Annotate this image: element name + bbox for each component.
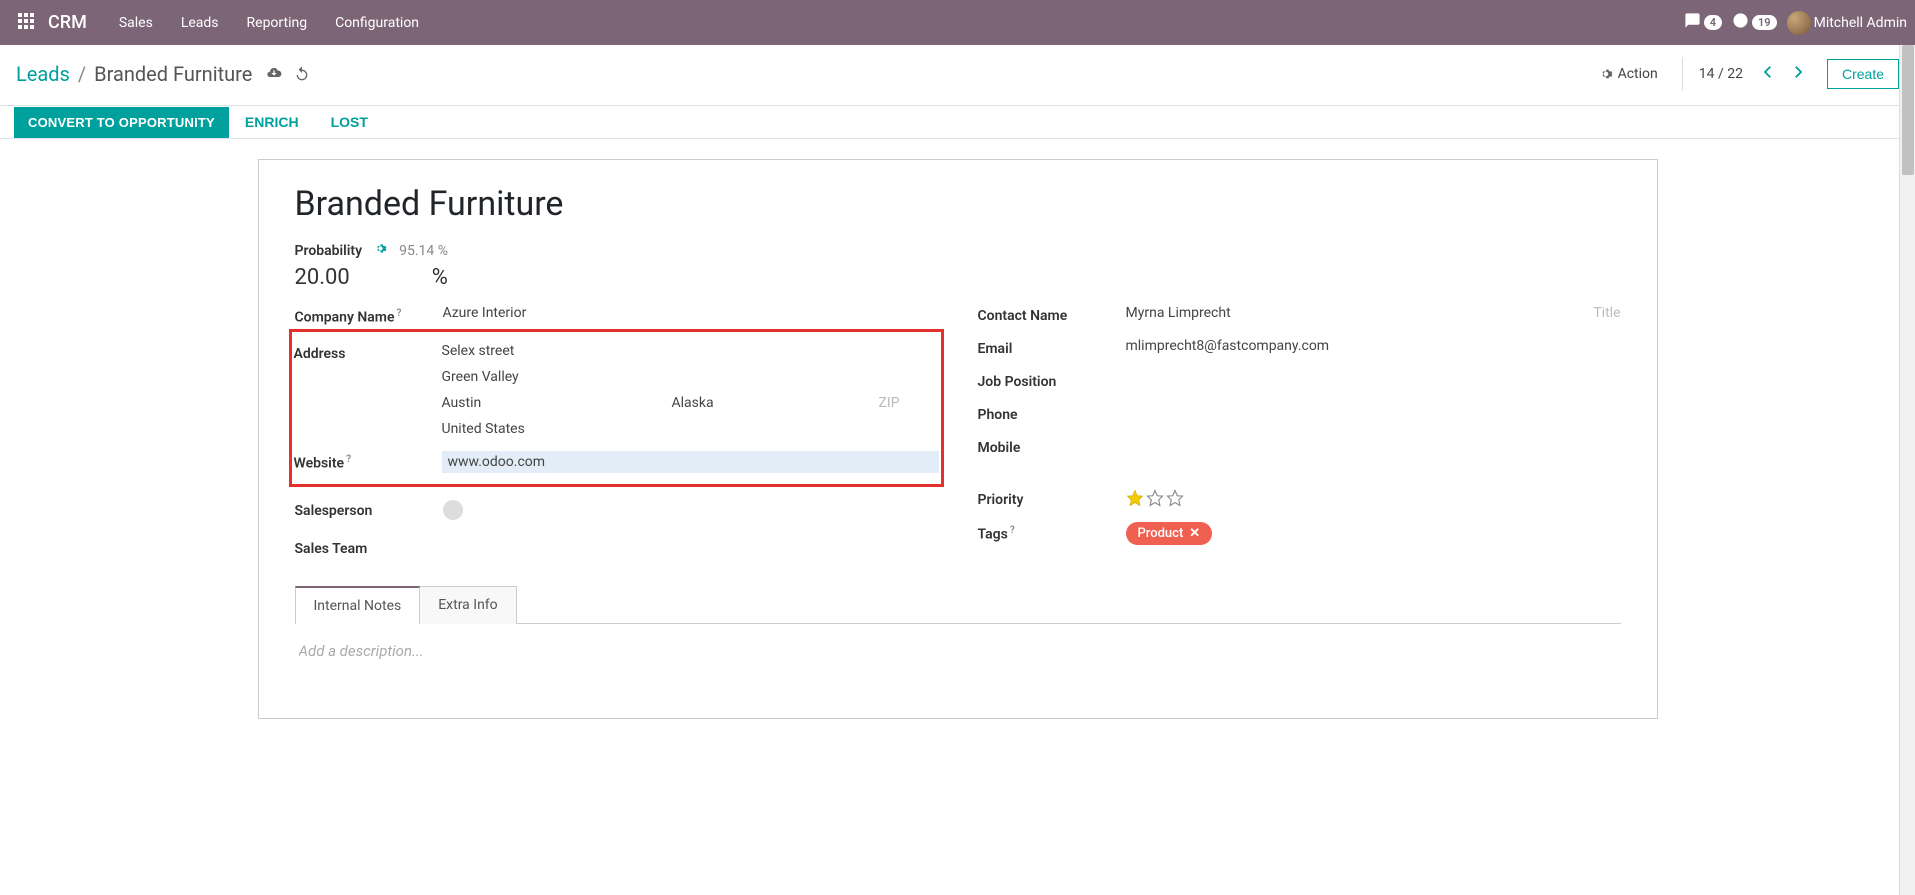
mobile-label: Mobile [978,437,1126,456]
right-column: Contact Name Myrna Limprecht Title Email… [978,298,1621,564]
tags-label: Tags? [978,522,1126,543]
probability-label: Probability [295,243,363,259]
company-name-label: Company Name? [295,305,443,326]
avatar-icon [1787,11,1811,35]
conversation-icon [1684,12,1701,33]
contact-title-input[interactable]: Title [1593,305,1620,321]
tabs: Internal Notes Extra Info [295,586,1621,624]
city-input[interactable]: Austin [442,395,502,411]
state-input[interactable]: Alaska [672,395,732,411]
pager-prev[interactable] [1755,59,1781,89]
contact-name-input[interactable]: Myrna Limprecht [1126,305,1574,321]
record-title[interactable]: Branded Furniture [295,184,1621,224]
website-input[interactable]: www.odoo.com [442,451,939,473]
job-label: Job Position [978,371,1126,390]
conversations-badge: 4 [1704,15,1722,30]
form-area: Branded Furniture Probability 95.14 % 20… [0,139,1915,891]
help-icon[interactable]: ? [397,308,402,319]
user-menu[interactable]: Mitchell Admin [1787,11,1907,35]
star-icon[interactable] [1146,489,1164,507]
breadcrumb-separator: / [78,62,86,86]
address-label: Address [294,343,442,362]
enrich-button[interactable]: ENRICH [229,106,315,138]
top-navbar: CRM Sales Leads Reporting Configuration … [0,0,1915,45]
country-input[interactable]: United States [442,421,939,437]
activities-badge: 19 [1752,15,1777,30]
website-label: Website? [294,451,442,472]
discard-icon[interactable] [294,62,310,86]
tab-internal-notes[interactable]: Internal Notes [295,586,421,624]
clock-icon [1732,12,1749,33]
lost-button[interactable]: LOST [315,106,384,138]
convert-button[interactable]: CONVERT TO OPPORTUNITY [14,107,229,138]
status-bar: CONVERT TO OPPORTUNITY ENRICH LOST [0,106,1915,139]
priority-stars[interactable] [1126,489,1621,507]
cloud-save-icon[interactable] [266,62,282,86]
email-input[interactable]: mlimprecht8@fastcompany.com [1126,338,1621,354]
scrollbar[interactable] [1899,45,1915,895]
pager: 14 / 22 [1699,59,1811,89]
nav-reporting[interactable]: Reporting [233,0,322,45]
salesperson-label: Salesperson [295,500,443,519]
create-button[interactable]: Create [1827,59,1899,89]
phone-label: Phone [978,404,1126,423]
percent-sign: % [432,265,448,290]
street-input[interactable]: Selex street [442,343,939,359]
salesteam-label: Sales Team [295,538,443,557]
tag-remove-icon[interactable]: ✕ [1189,526,1200,541]
control-panel: Leads / Branded Furniture Action 14 / 22… [0,45,1915,106]
priority-label: Priority [978,489,1126,508]
zip-input[interactable]: ZIP [879,395,939,411]
help-icon[interactable]: ? [1010,525,1015,536]
probability-value[interactable]: 20.00 [295,265,350,290]
breadcrumb-leads[interactable]: Leads [16,62,70,86]
description-input[interactable] [299,642,1617,660]
contact-name-label: Contact Name [978,305,1126,324]
nav-leads[interactable]: Leads [167,0,233,45]
highlight-box: Address Selex street Green Valley Austin… [289,329,944,487]
action-dropdown[interactable]: Action [1591,60,1666,88]
divider [1682,57,1683,91]
activities-button[interactable]: 19 [1732,12,1777,33]
chevron-left-icon [1759,63,1777,81]
email-label: Email [978,338,1126,357]
pager-count[interactable]: 14 / 22 [1699,66,1743,82]
breadcrumb: Leads / Branded Furniture [16,62,310,86]
help-icon[interactable]: ? [346,454,351,465]
salesperson-avatar[interactable] [443,500,463,520]
breadcrumb-current: Branded Furniture [94,62,252,86]
form-sheet: Branded Furniture Probability 95.14 % 20… [258,159,1658,719]
apps-icon[interactable] [18,13,38,33]
gear-icon [374,242,387,255]
conversations-button[interactable]: 4 [1684,12,1722,33]
probability-auto[interactable]: 95.14 % [399,243,448,259]
brand-crm[interactable]: CRM [48,12,87,33]
pager-next[interactable] [1785,59,1811,89]
star-icon[interactable] [1126,489,1144,507]
company-name-value[interactable]: Azure Interior [443,305,938,321]
star-icon[interactable] [1166,489,1184,507]
probability-gear[interactable] [374,242,387,259]
nav-menu: Sales Leads Reporting Configuration [105,0,433,45]
tag-product[interactable]: Product✕ [1126,522,1213,545]
user-name: Mitchell Admin [1814,15,1907,31]
gear-icon [1599,67,1613,81]
left-column: Company Name? Azure Interior Address Sel… [295,298,938,564]
chevron-right-icon [1789,63,1807,81]
nav-sales[interactable]: Sales [105,0,167,45]
tab-extra-info[interactable]: Extra Info [419,586,516,624]
nav-configuration[interactable]: Configuration [321,0,433,45]
street2-input[interactable]: Green Valley [442,369,939,385]
